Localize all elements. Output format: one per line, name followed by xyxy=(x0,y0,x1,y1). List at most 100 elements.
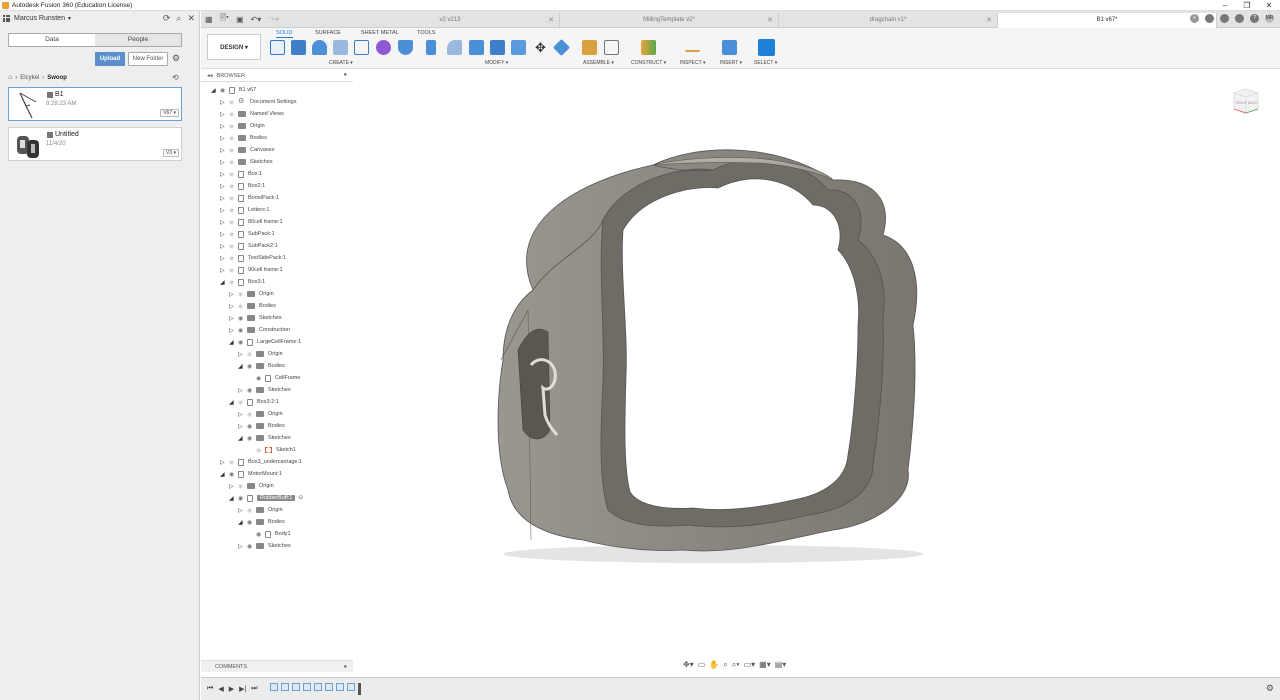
press-pull-icon[interactable] xyxy=(426,40,436,55)
gear-icon[interactable]: ⚙ xyxy=(172,53,180,64)
visibility-eye-icon[interactable]: ◉ xyxy=(229,219,236,226)
visibility-eye-icon[interactable]: ◉ xyxy=(229,99,236,106)
timeline-feature[interactable] xyxy=(313,683,322,691)
visibility-eye-icon[interactable]: ◉ xyxy=(238,315,245,322)
job-status-icon[interactable] xyxy=(1220,14,1229,23)
tree-item[interactable]: ▷ ◉ Named Views xyxy=(220,108,284,120)
tree-item[interactable]: ▷ ◉ Sketches xyxy=(220,156,273,168)
play-icon[interactable]: ▶ xyxy=(229,685,234,693)
grid-settings-icon[interactable]: ▦▾ xyxy=(759,660,771,670)
collapsed-triangle-icon[interactable]: ▷ xyxy=(229,315,235,322)
display-settings-icon[interactable]: ▭▾ xyxy=(744,660,756,670)
collapsed-triangle-icon[interactable]: ▷ xyxy=(238,411,244,418)
insert-menu[interactable]: INSERT ▾ xyxy=(720,60,742,66)
collapsed-triangle-icon[interactable]: ▷ xyxy=(220,147,226,154)
tree-item[interactable]: ▷ ◉ Box3_undercarriage:1 xyxy=(220,456,302,468)
step-back-icon[interactable]: ◀ xyxy=(218,685,223,693)
timeline-feature[interactable] xyxy=(346,683,355,691)
loft-icon[interactable] xyxy=(354,40,369,55)
assemble-menu[interactable]: ASSEMBLE ▾ xyxy=(583,60,614,66)
collapsed-triangle-icon[interactable]: ▷ xyxy=(229,327,235,334)
extrude-icon[interactable] xyxy=(291,40,306,55)
visibility-eye-icon[interactable]: ◉ xyxy=(229,171,236,178)
expanded-triangle-icon[interactable]: ◢ xyxy=(229,495,235,502)
zoom-window-icon[interactable]: ⌕▾ xyxy=(732,660,740,670)
collapsed-triangle-icon[interactable]: ▷ xyxy=(220,183,226,190)
create-menu[interactable]: CREATE ▾ xyxy=(329,60,353,66)
search-icon[interactable]: ⌕ xyxy=(176,13,181,24)
joint-icon[interactable] xyxy=(604,40,619,55)
visibility-eye-icon[interactable]: ◉ xyxy=(229,135,236,142)
undo-icon[interactable]: ↶▾ xyxy=(251,15,262,24)
visibility-eye-icon[interactable]: ◉ xyxy=(238,291,245,298)
visibility-eye-icon[interactable]: ◉ xyxy=(247,411,254,418)
file-card-b1[interactable]: B1 8:28:23 AM V67 ▾ xyxy=(8,87,182,121)
breadcrumb-folder[interactable]: Swoop xyxy=(47,75,67,81)
move-icon[interactable]: ✥ xyxy=(533,40,548,55)
expanded-triangle-icon[interactable]: ◢ xyxy=(211,87,217,94)
tree-item[interactable]: ▷ ◉ SubPack:1 xyxy=(220,228,275,240)
app-grid-icon[interactable] xyxy=(3,15,10,22)
user-name[interactable]: Marcus Runsten xyxy=(14,15,65,22)
visibility-eye-icon[interactable]: ◉ xyxy=(238,399,245,406)
timeline-feature[interactable] xyxy=(269,683,278,691)
tree-item[interactable]: ◢ ◉ Bodies xyxy=(238,516,285,528)
visibility-eye-icon[interactable]: ◉ xyxy=(247,423,254,430)
view-cube[interactable]: RIGHT BACK xyxy=(1230,83,1262,115)
tree-item[interactable]: ▷ ◉ Construction xyxy=(229,324,290,336)
collapsed-triangle-icon[interactable]: ▷ xyxy=(220,231,226,238)
collapsed-triangle-icon[interactable]: ▷ xyxy=(220,135,226,142)
pan-icon[interactable]: ✋ xyxy=(709,660,719,670)
activate-component-icon[interactable]: ⊙ xyxy=(298,495,303,501)
pin-icon[interactable]: ● xyxy=(344,72,347,78)
tree-item[interactable]: ▷ ◉ Origin xyxy=(238,408,283,420)
expanded-triangle-icon[interactable]: ◢ xyxy=(238,435,244,442)
tree-item[interactable]: ▷ ◉ Origin xyxy=(229,288,274,300)
grid-icon[interactable]: ▦ xyxy=(205,15,213,24)
tree-item[interactable]: ◢ ◉ Sketches xyxy=(238,432,291,444)
expanded-triangle-icon[interactable]: ◢ xyxy=(229,399,235,406)
maximize-button[interactable]: ❐ xyxy=(1236,0,1258,11)
select-icon[interactable] xyxy=(758,39,775,56)
tab-milling-template[interactable]: MillingTemplate v2* ✕ xyxy=(560,12,779,28)
orbit-icon[interactable]: ✥▾ xyxy=(683,660,694,670)
comments-panel[interactable]: COMMENTS ● xyxy=(201,660,353,672)
minimize-button[interactable]: – xyxy=(1214,0,1236,11)
version-dropdown[interactable]: V67 ▾ xyxy=(160,109,179,117)
visibility-eye-icon[interactable]: ◉ xyxy=(256,447,263,454)
extensions-icon[interactable] xyxy=(1205,14,1214,23)
tree-item[interactable]: ▷ ◉ Origin xyxy=(238,348,283,360)
tree-item[interactable]: ◢ ◉ Bodies xyxy=(238,360,285,372)
modify-menu[interactable]: MODIFY ▾ xyxy=(485,60,508,66)
collapsed-triangle-icon[interactable]: ▷ xyxy=(220,159,226,166)
measure-icon[interactable] xyxy=(685,43,700,52)
tree-item[interactable]: ▷ ◉ Box2:1 xyxy=(220,180,265,192)
visibility-eye-icon[interactable]: ◉ xyxy=(229,183,236,190)
breadcrumb-project[interactable]: Elcykel xyxy=(20,75,39,81)
collapsed-triangle-icon[interactable]: ▷ xyxy=(220,123,226,130)
visibility-eye-icon[interactable]: ◉ xyxy=(238,483,245,490)
chamfer-icon[interactable] xyxy=(469,40,484,55)
tab-solid[interactable]: SOLID xyxy=(276,30,293,38)
visibility-eye-icon[interactable]: ◉ xyxy=(256,531,263,538)
collapsed-triangle-icon[interactable]: ▷ xyxy=(220,99,226,106)
tree-item[interactable]: ▷ ◉ Origin xyxy=(220,120,265,132)
visibility-eye-icon[interactable]: ◉ xyxy=(229,279,236,286)
expanded-triangle-icon[interactable]: ◢ xyxy=(238,519,244,526)
collapse-icon[interactable]: ◂◂ xyxy=(207,73,213,79)
select-menu[interactable]: SELECT ▾ xyxy=(754,60,777,66)
collapsed-triangle-icon[interactable]: ▷ xyxy=(220,207,226,214)
visibility-eye-icon[interactable]: ◉ xyxy=(229,267,236,274)
upload-button[interactable]: Upload xyxy=(95,52,125,66)
step-forward-icon[interactable]: ▶| xyxy=(239,685,246,693)
expanded-triangle-icon[interactable]: ◢ xyxy=(220,279,226,286)
look-at-icon[interactable]: ▭ xyxy=(698,660,706,670)
workspace-switcher[interactable]: DESIGN ▾ xyxy=(207,34,261,60)
collapsed-triangle-icon[interactable]: ▷ xyxy=(238,387,244,394)
construct-menu[interactable]: CONSTRUCT ▾ xyxy=(631,60,666,66)
tab-b1[interactable]: B1 v67*✕ xyxy=(998,12,1217,28)
canvas-viewport[interactable]: RIGHT BACK ✥▾ ▭ ✋ ⌕ ⌕▾ ▭▾ ▦▾ ▤▾ xyxy=(353,70,1280,677)
visibility-eye-icon[interactable]: ◉ xyxy=(238,327,245,334)
add-comment-icon[interactable]: ● xyxy=(344,661,347,673)
go-to-start-icon[interactable]: ⏮ xyxy=(207,685,213,693)
